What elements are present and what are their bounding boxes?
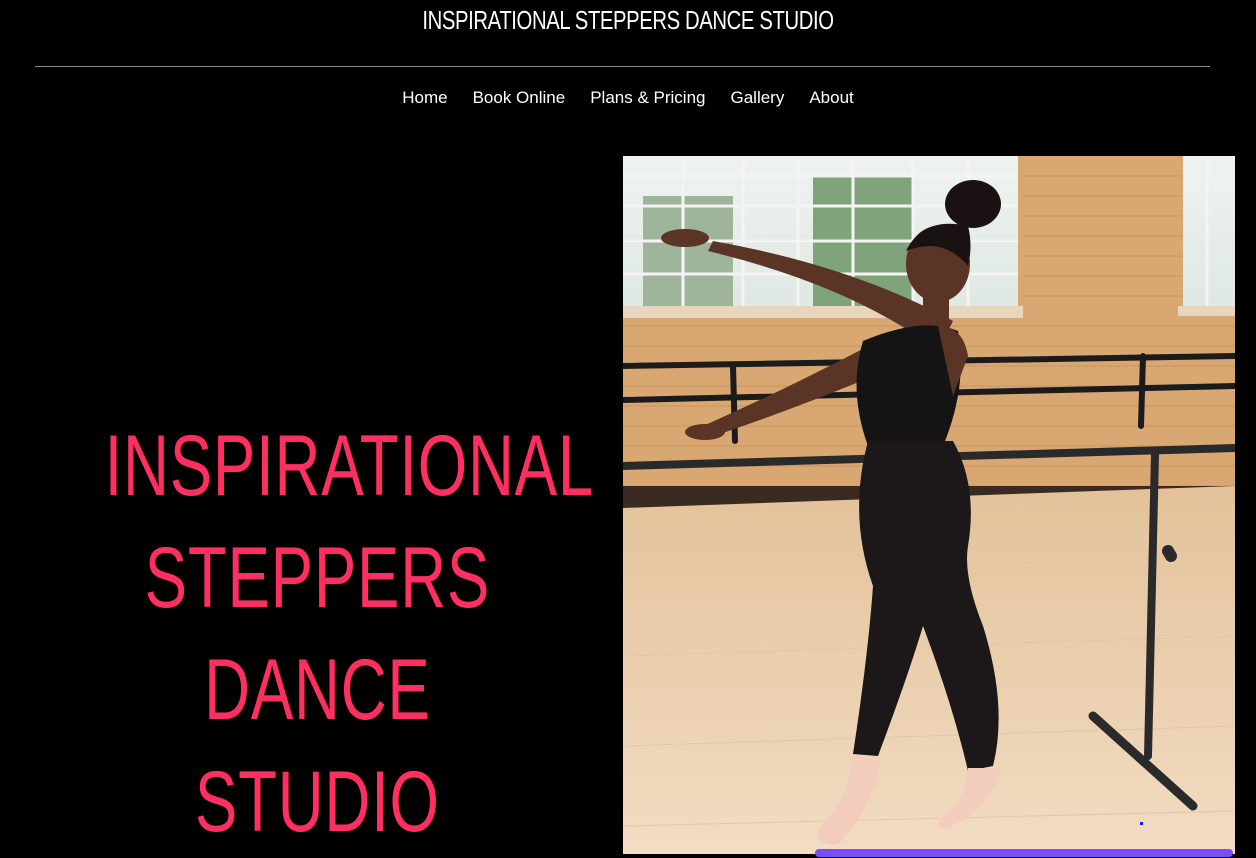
site-title[interactable]: INSPIRATIONAL STEPPERS DANCE STUDIO xyxy=(138,5,1118,36)
nav-item-about[interactable]: About xyxy=(809,86,853,110)
hero-heading: INSPIRATIONAL STEPPERS DANCE STUDIO xyxy=(104,410,595,858)
scroll-indicator xyxy=(1140,822,1143,825)
nav-item-gallery[interactable]: Gallery xyxy=(730,86,784,110)
nav-item-home[interactable]: Home xyxy=(402,86,447,110)
header-divider xyxy=(35,66,1210,67)
nav-item-book-online[interactable]: Book Online xyxy=(473,86,566,110)
main-nav: Home Book Online Plans & Pricing Gallery… xyxy=(0,86,1256,110)
dancer-photo xyxy=(623,156,1235,854)
floating-button-edge[interactable] xyxy=(815,849,1233,857)
hero-heading-line: STEPPERS DANCE xyxy=(144,530,491,738)
nav-item-plans-pricing[interactable]: Plans & Pricing xyxy=(590,86,705,110)
hero-heading-line: INSPIRATIONAL xyxy=(104,418,595,514)
hero-heading-line: STUDIO xyxy=(194,754,440,850)
